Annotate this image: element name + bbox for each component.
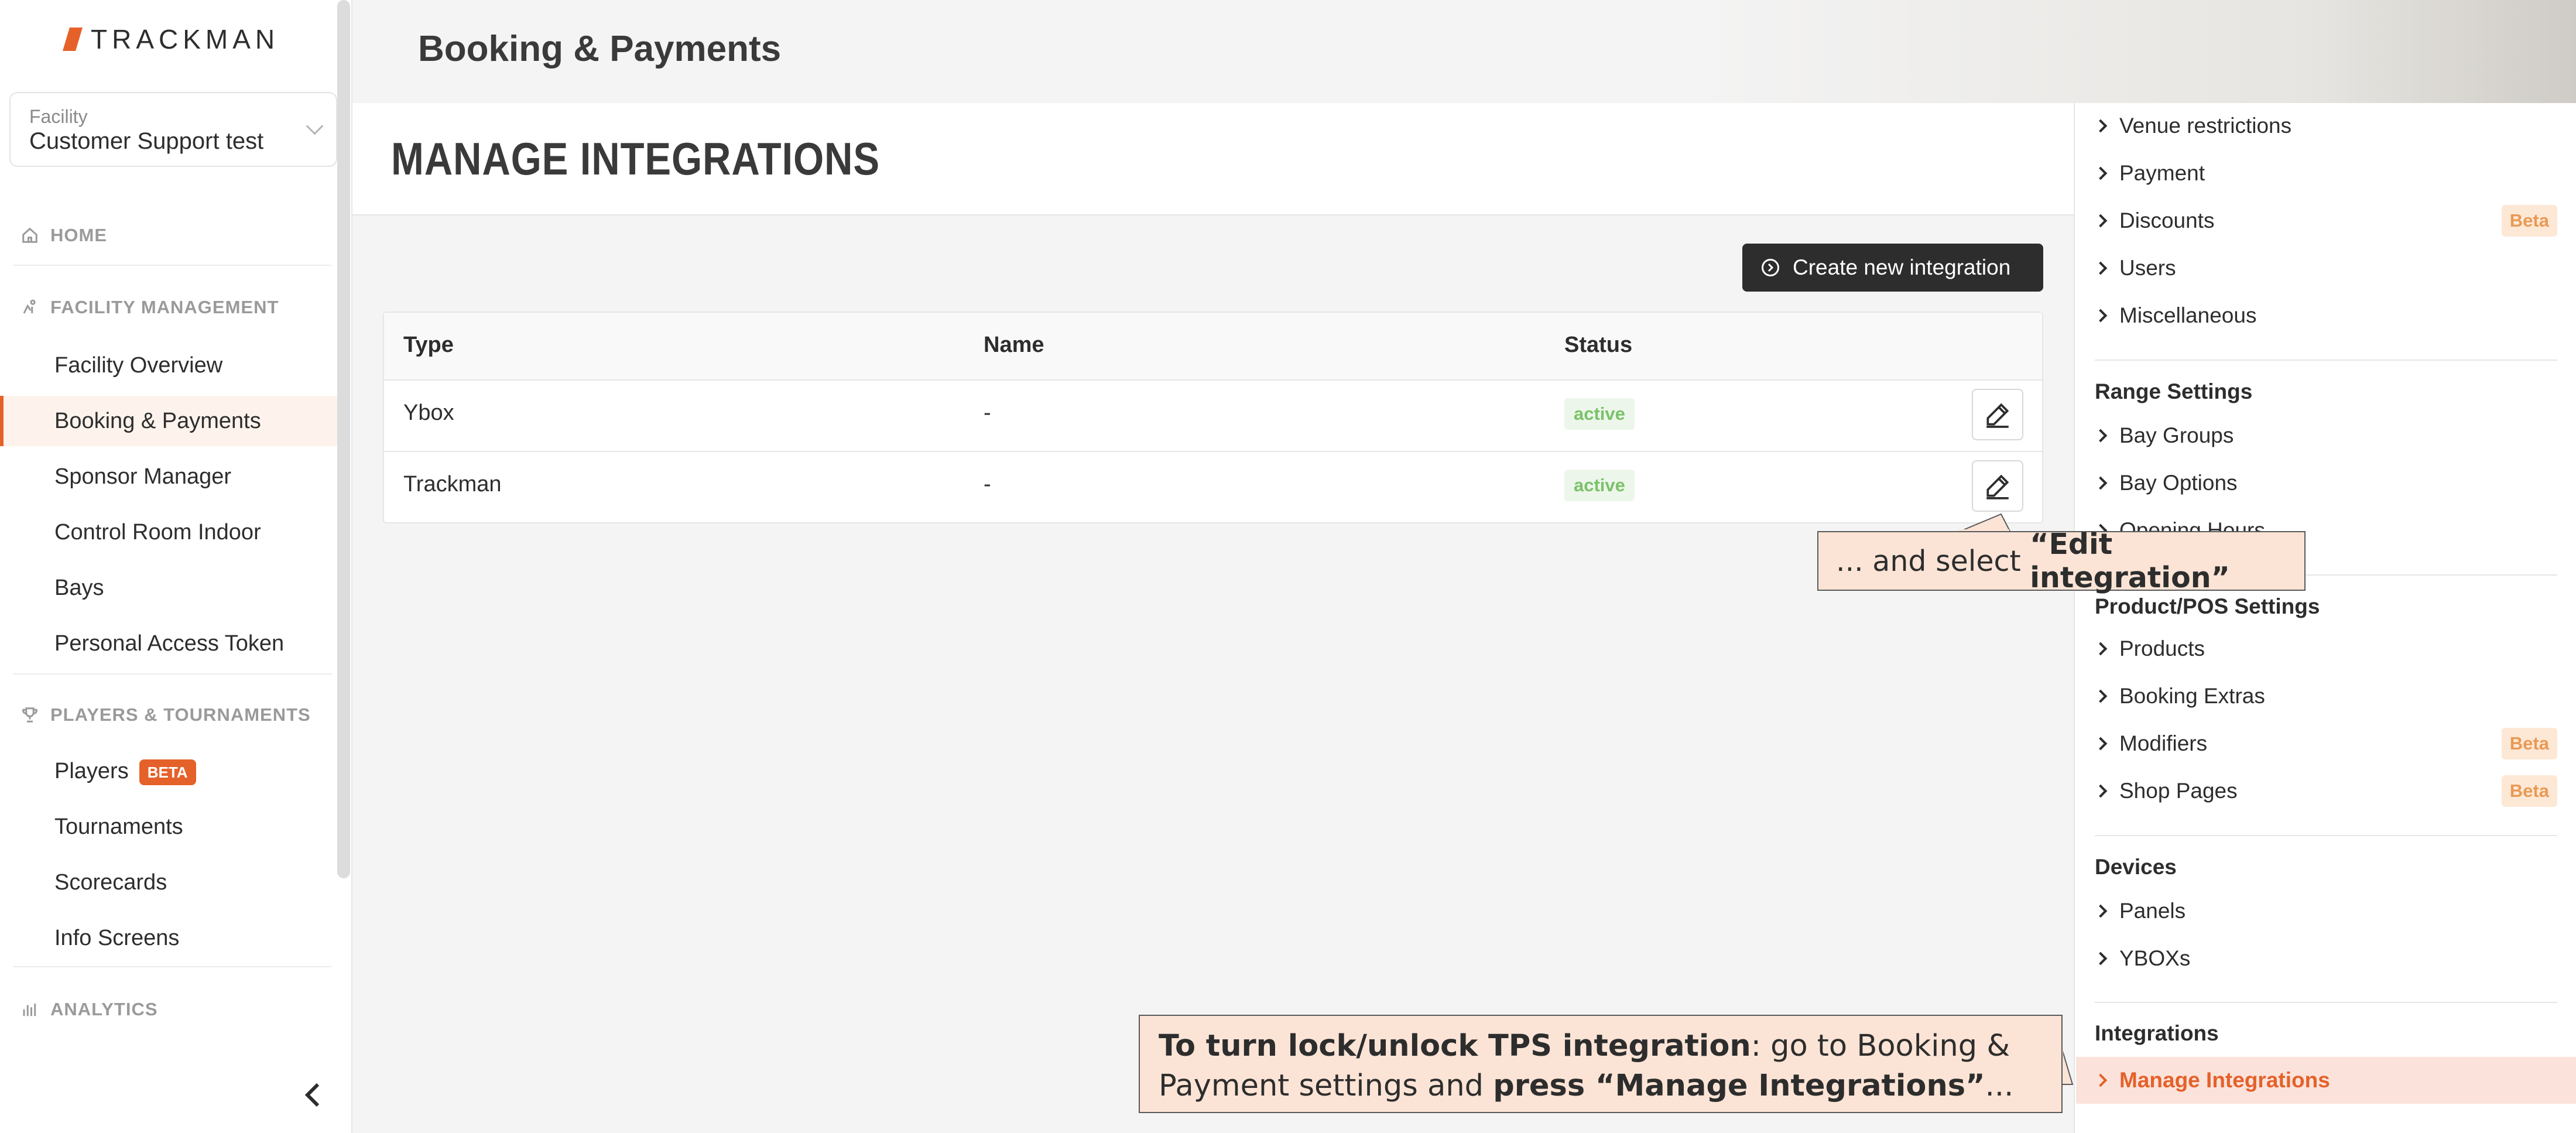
callout-text: : go to Booking & [1751,1029,2010,1063]
edit-integration-callout: ... and select “Edit integration” [1817,528,2306,594]
callout-bold-text: To turn lock/unlock TPS integration [1159,1029,1751,1063]
callout-text: Payment settings and [1159,1069,1493,1103]
manage-integrations-callout: To turn lock/unlock TPS integration: go … [1139,1015,2063,1113]
callout-bold-text: press “Manage Integrations” [1493,1069,1985,1103]
callout-bold-text: “Edit integration” [2030,528,2230,594]
callout-text: ... and select [1836,544,2030,578]
callout-text: ... [1985,1069,2014,1103]
